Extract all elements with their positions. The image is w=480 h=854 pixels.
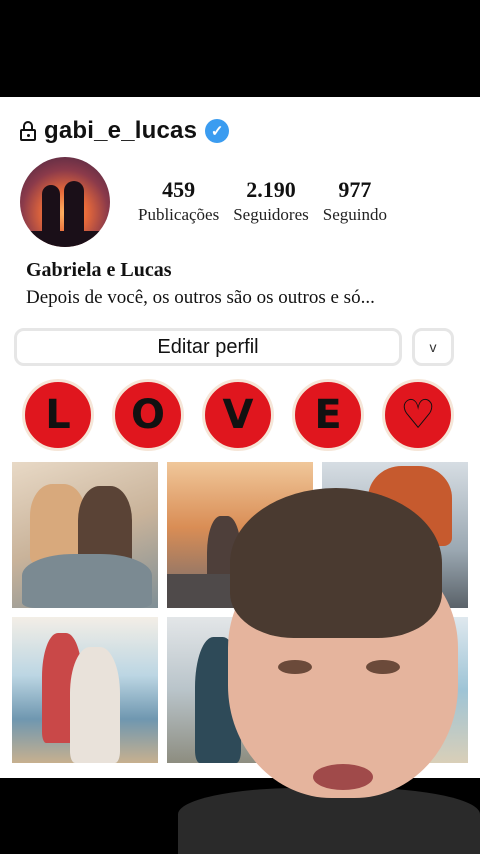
stat-followers[interactable]: 2.190 Seguidores	[233, 177, 309, 225]
profile-header: gabi_e_lucas ✓	[20, 117, 230, 145]
story-highlights: L O V E ♡	[22, 379, 454, 451]
display-name: Gabriela e Lucas	[26, 259, 172, 281]
highlight-e[interactable]: E	[292, 379, 364, 451]
highlight-o[interactable]: O	[112, 379, 184, 451]
stat-followers-value: 2.190	[246, 177, 296, 202]
post-thumbnail[interactable]	[12, 462, 158, 608]
stat-posts-label: Publicações	[138, 205, 220, 224]
stat-following-label: Seguindo	[322, 205, 387, 224]
highlight-heart-icon[interactable]: ♡	[382, 379, 454, 451]
stat-posts-value: 459	[162, 177, 196, 202]
stat-following[interactable]: 977 Seguindo	[323, 177, 387, 225]
stat-followers-label: Seguidores	[233, 205, 309, 224]
post-thumbnail[interactable]	[12, 617, 158, 763]
edit-profile-button[interactable]: Editar perfil	[14, 328, 402, 366]
highlight-v[interactable]: V	[202, 379, 274, 451]
presenter-overlay	[178, 488, 480, 854]
avatar[interactable]	[20, 157, 110, 247]
username[interactable]: gabi_e_lucas	[44, 117, 197, 145]
stat-posts[interactable]: 459 Publicações	[138, 177, 219, 225]
bio-text: Depois de você, os outros são os outros …	[26, 287, 375, 308]
profile-stats: 459 Publicações 2.190 Seguidores 977 Seg…	[138, 177, 387, 225]
chevron-down-icon[interactable]: v	[412, 328, 454, 366]
verified-badge-icon: ✓	[205, 119, 230, 143]
stat-following-value: 977	[338, 177, 372, 202]
lock-icon	[20, 121, 36, 141]
highlight-l[interactable]: L	[22, 379, 94, 451]
top-letterbox	[0, 0, 480, 97]
